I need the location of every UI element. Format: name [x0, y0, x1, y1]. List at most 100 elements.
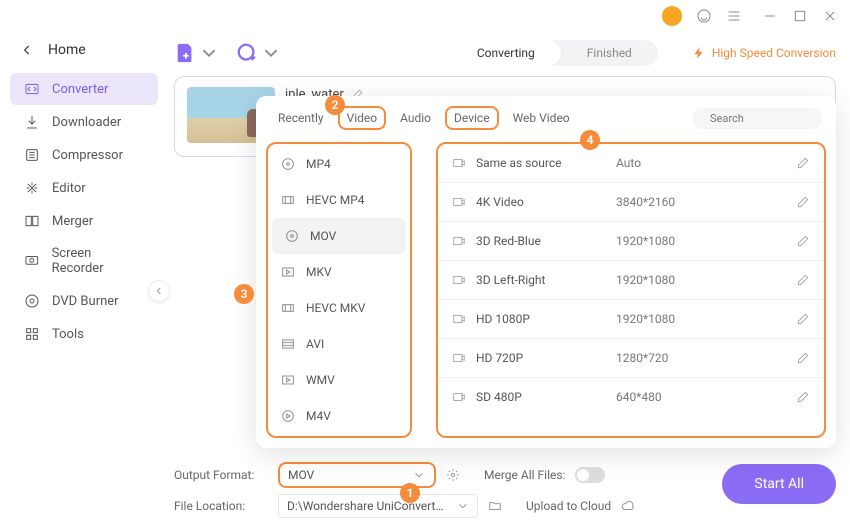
sidebar-item-downloader[interactable]: Downloader: [10, 106, 158, 138]
format-mkv[interactable]: MKV: [268, 254, 410, 290]
resolution-item[interactable]: 3D Left-Right1920*1080: [438, 261, 824, 300]
sidebar-collapse[interactable]: [148, 280, 170, 302]
video-icon: [452, 234, 466, 248]
format-icon: [280, 408, 296, 424]
chevron-left-icon: [20, 43, 34, 57]
file-plus-icon: [174, 42, 196, 64]
output-format-label: Output Format:: [174, 468, 268, 482]
sidebar-item-editor[interactable]: Editor: [10, 172, 158, 204]
format-search[interactable]: [692, 108, 822, 129]
sidebar-item-compressor[interactable]: Compressor: [10, 139, 158, 171]
tab-converting[interactable]: Converting: [451, 40, 561, 66]
chevron-down-icon: [198, 42, 220, 64]
format-icon: [280, 264, 296, 280]
chevron-down-icon: [456, 499, 470, 513]
sidebar-item-label: Tools: [52, 327, 84, 342]
sidebar-item-label: DVD Burner: [52, 294, 119, 309]
gear-icon[interactable]: [446, 468, 460, 482]
user-avatar[interactable]: [662, 6, 682, 26]
url-plus-icon: [236, 42, 258, 64]
topbar: Converting Finished High Speed Conversio…: [174, 40, 836, 66]
format-avi[interactable]: AVI: [268, 326, 410, 362]
titlebar: [0, 0, 850, 32]
status-segment: Converting Finished: [451, 40, 658, 66]
resolution-item[interactable]: HD 720P1280*720: [438, 339, 824, 378]
sidebar-item-converter[interactable]: Converter: [10, 73, 158, 105]
sidebar-item-label: Screen Recorder: [52, 246, 144, 276]
high-speed-toggle[interactable]: High Speed Conversion: [692, 46, 836, 60]
tab-recently[interactable]: Recently: [270, 107, 332, 129]
file-location-select[interactable]: D:\Wondershare UniConverter 1: [278, 494, 478, 518]
sidebar-item-recorder[interactable]: Screen Recorder: [10, 238, 158, 284]
format-icon: [280, 156, 296, 172]
callout-4: 4: [580, 130, 600, 150]
chevron-left-icon: [154, 286, 164, 296]
support-icon[interactable]: [696, 8, 712, 24]
hsc-label: High Speed Conversion: [712, 46, 836, 60]
edit-icon[interactable]: [796, 273, 810, 287]
edit-icon[interactable]: [796, 312, 810, 326]
editor-icon: [24, 180, 40, 196]
format-mov[interactable]: MOV: [272, 218, 406, 254]
format-icon: [280, 300, 296, 316]
recorder-icon: [24, 253, 40, 269]
format-hevcmp4[interactable]: HEVC MP4: [268, 182, 410, 218]
sidebar-item-label: Editor: [52, 181, 86, 196]
maximize-icon[interactable]: [792, 8, 808, 24]
search-input[interactable]: [710, 112, 850, 125]
folder-icon[interactable]: [488, 499, 502, 513]
resolution-item[interactable]: 4K Video3840*2160: [438, 183, 824, 222]
edit-icon[interactable]: [796, 390, 810, 404]
video-icon: [452, 195, 466, 209]
merger-icon: [24, 213, 40, 229]
format-hevcmkv[interactable]: HEVC MKV: [268, 290, 410, 326]
merge-label: Merge All Files:: [484, 468, 565, 482]
download-icon: [24, 114, 40, 130]
home-link[interactable]: Home: [0, 38, 168, 72]
add-url-button[interactable]: [236, 42, 282, 64]
start-all-button[interactable]: Start All: [722, 464, 836, 504]
format-icon: [280, 192, 296, 208]
converter-icon: [24, 81, 40, 97]
sidebar-item-dvd[interactable]: DVD Burner: [10, 285, 158, 317]
sidebar-item-label: Merger: [52, 214, 93, 229]
add-file-button[interactable]: [174, 42, 220, 64]
callout-3: 3: [234, 284, 254, 304]
sidebar-item-label: Compressor: [52, 148, 123, 163]
menu-icon[interactable]: [726, 8, 742, 24]
edit-icon[interactable]: [796, 234, 810, 248]
cloud-icon[interactable]: [621, 499, 635, 513]
minimize-icon[interactable]: [762, 8, 778, 24]
resolution-item[interactable]: 3D Red-Blue1920*1080: [438, 222, 824, 261]
cloud-label: Upload to Cloud: [526, 499, 611, 513]
format-m4v[interactable]: M4V: [268, 398, 410, 434]
resolution-item[interactable]: HD 1080P1920*1080: [438, 300, 824, 339]
sidebar-item-tools[interactable]: Tools: [10, 318, 158, 350]
tab-device[interactable]: Device: [445, 106, 499, 130]
sidebar: Home Converter Downloader Compressor Edi…: [0, 32, 168, 528]
close-icon[interactable]: [822, 8, 838, 24]
merge-toggle[interactable]: [575, 467, 605, 483]
resolution-item[interactable]: SD 480P640*480: [438, 378, 824, 416]
chevron-down-icon: [412, 468, 426, 482]
file-location-label: File Location:: [174, 499, 268, 513]
sidebar-item-label: Converter: [52, 82, 108, 97]
compressor-icon: [24, 147, 40, 163]
tab-video[interactable]: Video: [338, 106, 387, 130]
tab-audio[interactable]: Audio: [392, 107, 439, 129]
format-list: MP4 HEVC MP4 MOV MKV HEVC MKV AVI WMV M4…: [266, 142, 412, 438]
format-mp4[interactable]: MP4: [268, 146, 410, 182]
edit-icon[interactable]: [796, 351, 810, 365]
callout-2: 2: [325, 95, 345, 115]
video-icon: [452, 312, 466, 326]
sidebar-item-merger[interactable]: Merger: [10, 205, 158, 237]
format-icon: [280, 336, 296, 352]
format-wmv[interactable]: WMV: [268, 362, 410, 398]
edit-icon[interactable]: [796, 195, 810, 209]
tools-icon: [24, 326, 40, 342]
tab-finished[interactable]: Finished: [561, 40, 658, 66]
tab-webvideo[interactable]: Web Video: [505, 107, 578, 129]
dvd-icon: [24, 293, 40, 309]
resolution-item[interactable]: Same as sourceAuto: [438, 144, 824, 183]
edit-icon[interactable]: [796, 156, 810, 170]
